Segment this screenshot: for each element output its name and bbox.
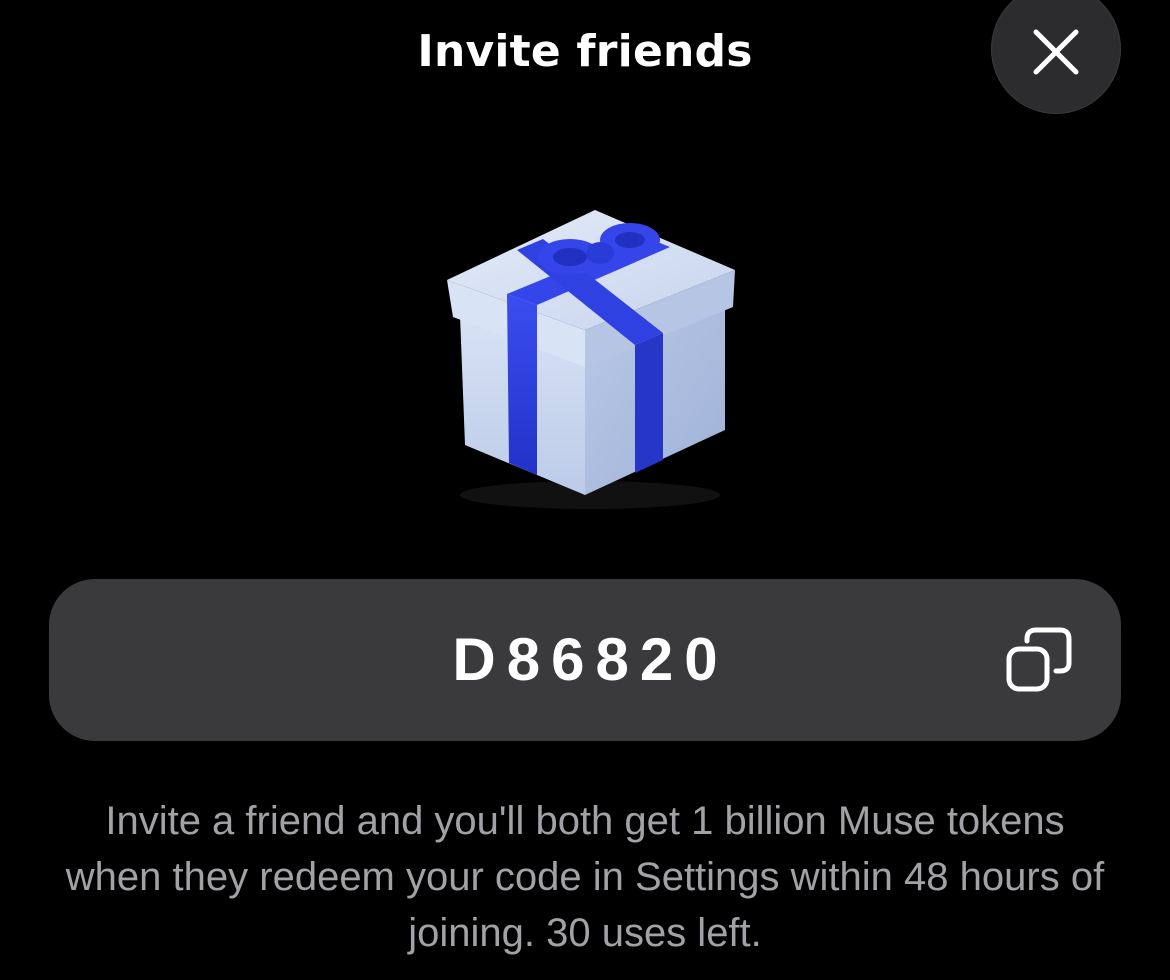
invite-sheet: Invite friends D86820 Invite a friend an… <box>0 0 1170 980</box>
invite-description: Invite a friend and you'll both get 1 bi… <box>65 799 1105 955</box>
close-icon <box>1033 29 1079 75</box>
gift-icon <box>447 210 735 509</box>
copy-icon[interactable] <box>1004 625 1074 695</box>
close-button[interactable] <box>991 0 1121 114</box>
invite-code: D86820 <box>452 626 729 693</box>
invite-code-field[interactable]: D86820 <box>49 579 1121 741</box>
